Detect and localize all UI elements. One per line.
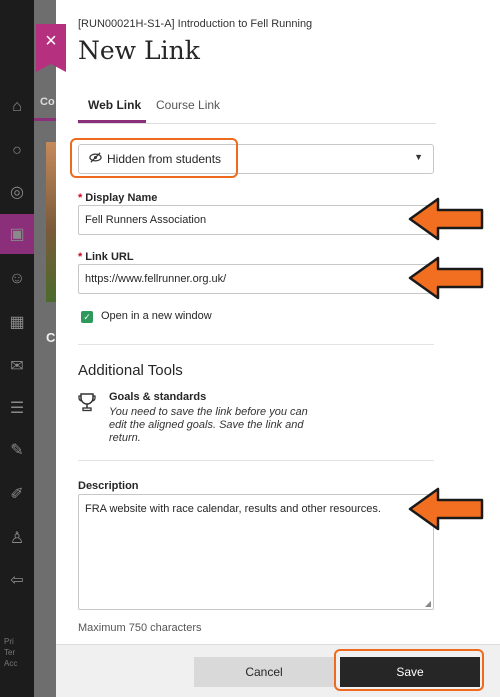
background-tab-stub: Co <box>40 96 55 108</box>
additional-tools-title: Additional Tools <box>78 362 183 379</box>
tab-web-link[interactable]: Web Link <box>88 98 141 112</box>
section-divider <box>78 460 434 461</box>
description-label: Description <box>78 480 139 492</box>
new-link-panel: [RUN00021H-S1-A] Introduction to Fell Ru… <box>56 0 500 697</box>
messages-icon: ✉ <box>10 358 24 375</box>
section-divider <box>78 344 434 345</box>
trophy-icon <box>78 392 96 417</box>
chevron-down-icon: ▼ <box>414 152 423 162</box>
background-nav-rail: ⌂ ○ ◎ ▣ ☺ ▦ ✉ ☰ ✎ ✐ ♙ ⇦ Pri Ter Acc <box>0 0 34 697</box>
profile-icon: ○ <box>12 142 22 159</box>
annotation-arrow-icon <box>408 487 484 531</box>
institution-icon: ⌂ <box>12 98 22 115</box>
description-field[interactable]: FRA website with race calendar, results … <box>78 494 434 610</box>
goals-standards-title[interactable]: Goals & standards <box>109 391 206 403</box>
sign-out-icon: ⇦ <box>10 572 24 589</box>
display-name-label: * Display Name <box>78 192 158 204</box>
resize-handle-icon[interactable]: ◢ <box>425 599 431 608</box>
tab-course-link[interactable]: Course Link <box>156 98 220 112</box>
new-window-label: Open in a new window <box>101 310 212 322</box>
edit-icon: ✐ <box>10 486 24 503</box>
breadcrumb: [RUN00021H-S1-A] Introduction to Fell Ru… <box>78 18 313 30</box>
annotation-arrow-icon <box>408 197 484 241</box>
visibility-highlight <box>70 138 238 178</box>
background-tab-underline <box>34 118 56 121</box>
background-heading-stub: C <box>46 330 56 345</box>
calendar-icon: ▦ <box>9 314 25 331</box>
background-footer-text: Pri Ter Acc <box>4 637 18 668</box>
user-icon: ♙ <box>9 530 25 547</box>
new-window-checkbox[interactable]: ✓ <box>81 311 93 323</box>
max-characters-hint: Maximum 750 characters <box>78 622 202 634</box>
save-highlight <box>334 649 484 691</box>
description-text: FRA website with race calendar, results … <box>85 503 381 515</box>
close-panel-button[interactable]: × <box>36 24 66 72</box>
grades-icon: ☰ <box>9 400 25 417</box>
cancel-button[interactable]: Cancel <box>194 657 334 687</box>
link-url-field[interactable]: https://www.fellrunner.org.uk/ <box>78 264 434 294</box>
page-title: New Link <box>78 36 200 65</box>
tools-icon: ✎ <box>10 442 24 459</box>
active-tab-indicator <box>78 120 146 123</box>
link-type-tabs: Web Link Course Link <box>78 90 436 124</box>
globe-icon: ◎ <box>10 184 24 201</box>
display-name-field[interactable]: Fell Runners Association <box>78 205 434 235</box>
groups-icon: ☺ <box>8 270 26 287</box>
annotation-arrow-icon <box>408 256 484 300</box>
link-url-label: * Link URL <box>78 251 134 263</box>
goals-standards-description: You need to save the link before you can… <box>109 406 308 444</box>
courses-icon: ▣ <box>9 226 25 243</box>
